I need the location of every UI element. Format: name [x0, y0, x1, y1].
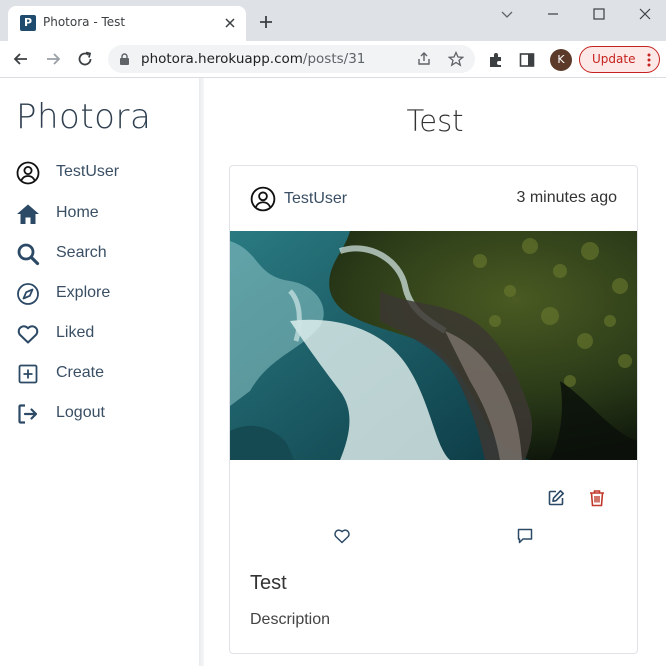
comment-icon[interactable]: [516, 527, 534, 545]
update-label: Update: [592, 52, 636, 66]
sidebar-item-label: Liked: [56, 324, 95, 341]
sidebar-item-liked[interactable]: Liked: [16, 320, 191, 348]
profile-avatar[interactable]: K: [550, 49, 572, 71]
post-image: [230, 231, 637, 460]
window-close-icon[interactable]: [635, 6, 655, 22]
user-circle-icon: [250, 186, 276, 212]
post-image-art: [230, 231, 637, 460]
tab-search-icon[interactable]: [497, 6, 517, 22]
browser-tab[interactable]: P Photora - Test: [8, 6, 246, 41]
post-card: TestUser 3 minutes ago Test Description: [229, 165, 638, 654]
reload-icon[interactable]: [76, 50, 94, 68]
post-title: Test: [250, 572, 287, 594]
sidebar-item-search[interactable]: Search: [16, 240, 191, 268]
browser-toolbar: photora.herokuapp.com/posts/31 K Update: [0, 41, 666, 78]
sidebar-item-logout[interactable]: Logout: [16, 400, 191, 428]
back-icon[interactable]: [12, 50, 30, 68]
sidebar-item-label: Explore: [56, 284, 111, 301]
logout-icon: [18, 404, 38, 424]
post-author-name: TestUser: [284, 190, 348, 207]
trash-icon[interactable]: [588, 489, 606, 507]
sidebar-item-explore[interactable]: Explore: [16, 280, 191, 308]
post-description: Description: [250, 611, 331, 628]
plus-square-icon: [18, 364, 38, 384]
url-path: /posts/31: [302, 51, 366, 67]
extensions-icon[interactable]: [487, 51, 505, 69]
lock-icon[interactable]: [119, 53, 130, 65]
heart-icon: [17, 325, 39, 344]
compass-icon: [17, 283, 39, 305]
forward-icon[interactable]: [44, 50, 62, 68]
sidebar-item-create[interactable]: Create: [16, 360, 191, 388]
sidebar-item-label: Home: [56, 204, 99, 221]
sidebar-item-label: Search: [56, 244, 107, 261]
browser-tab-bar: P Photora - Test: [0, 0, 666, 41]
sidebar-item-label: Logout: [56, 404, 105, 421]
user-circle-icon: [16, 161, 40, 185]
brand-logo[interactable]: Photora: [16, 97, 151, 137]
minimize-icon[interactable]: [543, 6, 563, 22]
new-tab-icon[interactable]: [258, 14, 274, 30]
maximize-icon[interactable]: [589, 6, 609, 22]
edit-icon[interactable]: [547, 489, 565, 507]
favicon-icon: P: [20, 15, 36, 31]
update-button[interactable]: Update: [579, 46, 660, 73]
bookmark-star-icon[interactable]: [448, 51, 464, 67]
sidebar-item-home[interactable]: Home: [16, 200, 191, 228]
sidebar-item-label: TestUser: [56, 163, 120, 180]
url-text: photora.herokuapp.com/posts/31: [141, 51, 365, 67]
post-timestamp: 3 minutes ago: [516, 189, 617, 206]
search-icon: [17, 243, 40, 266]
home-icon: [17, 204, 39, 224]
sidebar-item-label: Create: [56, 364, 105, 381]
page-title: Test: [406, 104, 464, 138]
main-content: Test TestUser 3 minutes ago Test Descrip…: [204, 78, 666, 666]
sidebar-item-profile[interactable]: TestUser: [16, 159, 191, 187]
side-panel-icon[interactable]: [518, 51, 536, 69]
url-host: photora.herokuapp.com: [141, 51, 303, 67]
close-icon[interactable]: [222, 15, 238, 31]
sidebar: Photora TestUser Home Search Explore Lik…: [0, 78, 199, 666]
address-bar[interactable]: photora.herokuapp.com/posts/31: [108, 45, 475, 73]
tab-title: Photora - Test: [43, 15, 126, 29]
share-icon[interactable]: [416, 51, 432, 67]
more-vert-icon: [647, 53, 651, 67]
like-heart-icon[interactable]: [333, 527, 351, 545]
